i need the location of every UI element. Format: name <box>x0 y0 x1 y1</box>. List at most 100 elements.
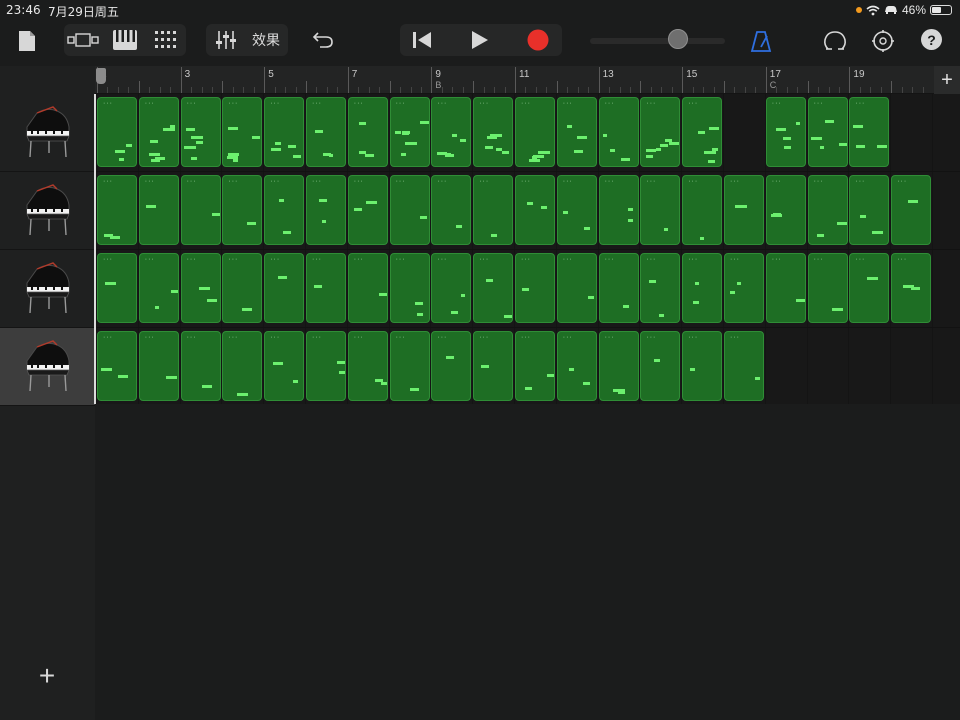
midi-region[interactable]: ··· <box>389 97 430 167</box>
smart-controls-button[interactable] <box>152 28 180 52</box>
midi-region[interactable]: ··· <box>598 331 639 401</box>
midi-region[interactable]: ··· <box>598 97 639 167</box>
midi-region[interactable]: ··· <box>849 253 890 323</box>
midi-region[interactable]: ··· <box>264 175 305 245</box>
volume-knob[interactable] <box>667 29 688 49</box>
help-button[interactable]: ? <box>921 29 942 50</box>
timeline-ruler[interactable]: 135791113151719BC <box>95 66 960 94</box>
midi-region[interactable]: ··· <box>138 97 179 167</box>
midi-region[interactable]: ··· <box>97 97 137 167</box>
midi-region[interactable]: ··· <box>97 175 137 245</box>
track-lane[interactable]: ··· ··· ··· ··· ··· ··· ··· ··· ··· ··· ··· ··· ··· ·… <box>95 94 960 172</box>
midi-region[interactable]: ··· <box>473 175 514 245</box>
midi-region[interactable]: ··· <box>849 97 890 167</box>
midi-region[interactable]: ··· <box>222 331 263 401</box>
fx-button[interactable]: 效果 <box>246 28 286 52</box>
midi-region[interactable]: ··· <box>849 175 890 245</box>
section-marker[interactable]: C <box>770 80 777 90</box>
midi-region[interactable]: ··· <box>306 175 346 245</box>
play-button[interactable] <box>466 28 494 52</box>
midi-region[interactable]: ··· <box>180 253 221 323</box>
keyboard-button[interactable] <box>112 28 138 52</box>
midi-region[interactable]: ··· <box>891 175 932 245</box>
midi-region[interactable]: ··· <box>556 331 597 401</box>
midi-region[interactable]: ··· <box>640 175 681 245</box>
midi-region[interactable]: ··· <box>807 97 848 167</box>
midi-region[interactable]: ··· <box>222 97 263 167</box>
loop-browser-button[interactable] <box>822 28 848 54</box>
add-track-button[interactable]: + <box>36 662 58 690</box>
midi-region[interactable]: ··· <box>264 331 305 401</box>
midi-region[interactable]: ··· <box>389 175 430 245</box>
midi-region[interactable]: ··· <box>682 175 723 245</box>
midi-region[interactable]: ··· <box>138 331 179 401</box>
midi-region[interactable]: ··· <box>556 97 597 167</box>
midi-region[interactable]: ··· <box>682 253 723 323</box>
go-to-start-button[interactable] <box>408 28 436 52</box>
metronome-button[interactable] <box>748 28 774 54</box>
midi-region[interactable]: ··· <box>306 331 346 401</box>
midi-region[interactable]: ··· <box>180 331 221 401</box>
tracks-area[interactable]: ··· ··· ··· ··· ··· ··· ··· ··· ··· ··· ··· ··· ··· ·… <box>95 94 960 406</box>
midi-region[interactable]: ··· <box>891 253 932 323</box>
midi-region[interactable]: ··· <box>473 97 514 167</box>
track-lane[interactable]: ··· ··· ··· ··· ··· ··· ··· ··· ··· ··· ··· ··· ··· ·… <box>95 250 960 328</box>
midi-region[interactable]: ··· <box>222 253 263 323</box>
midi-region[interactable]: ··· <box>515 175 555 245</box>
midi-region[interactable]: ··· <box>389 253 430 323</box>
midi-region[interactable]: ··· <box>306 97 346 167</box>
playhead[interactable] <box>96 68 106 84</box>
midi-region[interactable]: ··· <box>97 331 137 401</box>
midi-region[interactable]: ··· <box>724 175 764 245</box>
midi-region[interactable]: ··· <box>473 253 514 323</box>
midi-region[interactable]: ··· <box>515 253 555 323</box>
midi-region[interactable]: ··· <box>515 97 555 167</box>
midi-region[interactable]: ··· <box>180 97 221 167</box>
midi-region[interactable]: ··· <box>556 253 597 323</box>
midi-region[interactable]: ··· <box>306 253 346 323</box>
midi-region[interactable]: ··· <box>97 253 137 323</box>
midi-region[interactable]: ··· <box>598 253 639 323</box>
midi-region[interactable]: ··· <box>431 331 472 401</box>
midi-region[interactable]: ··· <box>724 331 764 401</box>
empty-tracks-area[interactable] <box>95 404 960 720</box>
track-lane[interactable]: ··· ··· ··· ··· ··· ··· ··· ··· ··· ··· ··· ··· ··· ·… <box>95 172 960 250</box>
undo-button[interactable] <box>310 28 336 52</box>
midi-region[interactable]: ··· <box>389 331 430 401</box>
track-header-2[interactable] <box>0 172 95 250</box>
track-header-4[interactable] <box>0 328 95 406</box>
midi-region[interactable]: ··· <box>347 253 388 323</box>
midi-region[interactable]: ··· <box>556 175 597 245</box>
tracks-view-button[interactable] <box>66 28 102 52</box>
midi-region[interactable]: ··· <box>180 175 221 245</box>
midi-region[interactable]: ··· <box>807 253 848 323</box>
midi-region[interactable]: ··· <box>765 253 806 323</box>
midi-region[interactable]: ··· <box>682 97 723 167</box>
midi-region[interactable]: ··· <box>347 175 388 245</box>
midi-region[interactable]: ··· <box>515 331 555 401</box>
midi-region[interactable]: ··· <box>473 331 514 401</box>
midi-region[interactable]: ··· <box>640 253 681 323</box>
midi-region[interactable]: ··· <box>431 175 472 245</box>
midi-region[interactable]: ··· <box>682 331 723 401</box>
track-header-3[interactable] <box>0 250 95 328</box>
midi-region[interactable]: ··· <box>807 175 848 245</box>
midi-region[interactable]: ··· <box>222 175 263 245</box>
midi-region[interactable]: ··· <box>724 253 764 323</box>
track-header-1[interactable] <box>0 94 95 172</box>
midi-region[interactable]: ··· <box>765 175 806 245</box>
midi-region[interactable]: ··· <box>347 97 388 167</box>
midi-region[interactable]: ··· <box>598 175 639 245</box>
midi-region[interactable]: ··· <box>264 253 305 323</box>
record-button[interactable] <box>524 28 552 52</box>
midi-region[interactable]: ··· <box>765 97 806 167</box>
add-section-button[interactable]: + <box>934 66 960 94</box>
mixer-button[interactable] <box>212 28 240 52</box>
master-volume-slider[interactable] <box>590 38 725 44</box>
settings-button[interactable] <box>870 28 896 54</box>
midi-region[interactable]: ··· <box>431 253 472 323</box>
midi-region[interactable]: ··· <box>264 97 305 167</box>
midi-region[interactable]: ··· <box>347 331 388 401</box>
section-marker[interactable]: B <box>435 80 441 90</box>
midi-region[interactable]: ··· <box>138 253 179 323</box>
